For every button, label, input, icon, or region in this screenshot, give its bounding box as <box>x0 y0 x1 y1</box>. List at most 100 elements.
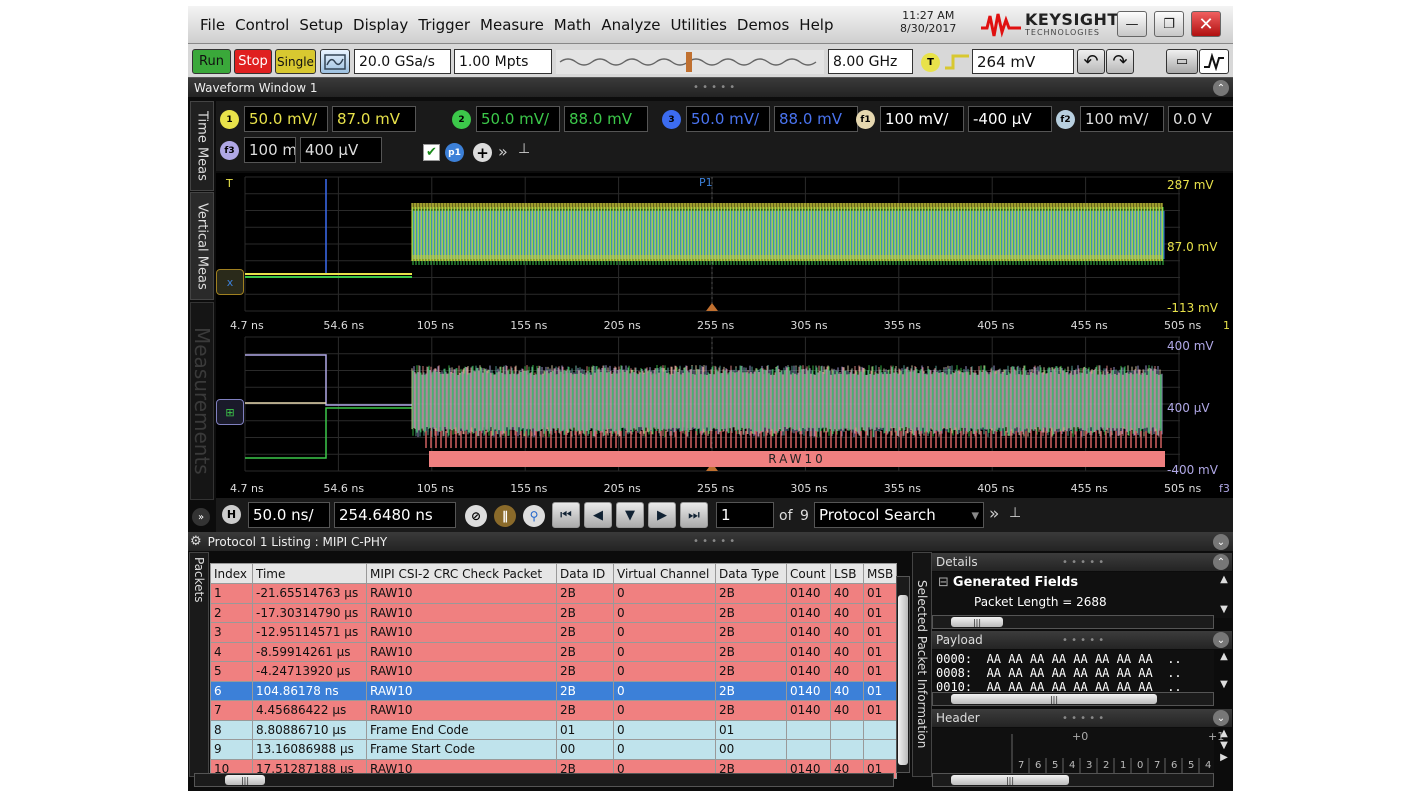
channel-3-icon[interactable]: 3 <box>662 110 681 129</box>
add-channel-icon[interactable]: + <box>473 143 492 162</box>
channel-f1-scale[interactable]: 100 mV/ <box>880 106 964 132</box>
channel-3-offset[interactable]: 88.0 mV <box>774 106 858 132</box>
pin-horizontal-icon[interactable]: ⊥ <box>1009 505 1021 521</box>
func-ground-marker[interactable]: ⊞ <box>216 399 244 425</box>
more-options-icon[interactable]: » <box>989 504 999 524</box>
settings-gear-icon[interactable]: ⚙ <box>190 534 202 549</box>
table-hscroll-thumb[interactable]: ||| <box>225 775 265 785</box>
protocol-drag-handle[interactable]: • • • • • <box>693 536 735 547</box>
table-row[interactable]: 9 13.16086988 µs Frame Start Code 00 0 00 <box>210 739 897 760</box>
menu-trigger[interactable]: Trigger <box>418 16 470 34</box>
search-mode-select[interactable]: Protocol Search ▾ <box>814 502 984 528</box>
tab-packets[interactable]: Packets <box>189 552 209 777</box>
waveform-1-plot[interactable] <box>216 173 1233 333</box>
table-row[interactable]: 1 -21.65514763 µs RAW10 2B 0 2B 0140 40 01 <box>210 583 897 604</box>
channel-f2-icon[interactable]: f2 <box>1056 110 1075 129</box>
bandwidth-field[interactable]: 8.00 GHz <box>828 49 913 74</box>
details-drag-handle[interactable]: • • • • • <box>1062 557 1104 568</box>
minimize-button[interactable]: — <box>1117 11 1147 37</box>
channel-2-scale[interactable]: 50.0 mV/ <box>476 106 560 132</box>
stop-button[interactable]: Stop <box>234 49 272 74</box>
menu-display[interactable]: Display <box>353 16 408 34</box>
first-packet-button[interactable]: ⏮ <box>552 502 580 528</box>
drag-handle[interactable]: • • • • • <box>693 82 735 93</box>
menu-file[interactable]: File <box>200 16 225 34</box>
table-vertical-scrollbar[interactable] <box>896 576 910 773</box>
payload-vscroll[interactable]: ▲ ▼ <box>1215 650 1233 692</box>
decode-bar-raw10[interactable]: RAW10 <box>429 451 1165 467</box>
collapse-tree-icon[interactable]: ⊟ <box>938 575 949 590</box>
table-horizontal-scrollbar[interactable]: ||| <box>194 773 894 787</box>
table-row[interactable]: 5 -4.24713920 µs RAW10 2B 0 2B 0140 40 01 <box>210 661 897 682</box>
sample-rate-field[interactable]: 20.0 GSa/s <box>354 49 451 74</box>
horizontal-overview[interactable] <box>556 50 824 74</box>
menu-analyze[interactable]: Analyze <box>601 16 660 34</box>
waveform-2-plot[interactable] <box>216 333 1233 498</box>
last-packet-button[interactable]: ⏭ <box>680 502 708 528</box>
channel-f3-icon[interactable]: f3 <box>220 141 239 160</box>
waveform-grid-1[interactable]: T P1 287 mV 87.0 mV -113 mV 4.7 ns 54.6 ns 1… <box>216 173 1233 333</box>
column-header[interactable]: MIPI CSI-2 CRC Check Packet <box>366 563 557 584</box>
column-header[interactable]: Index <box>210 563 253 584</box>
rising-edge-icon[interactable] <box>944 54 970 70</box>
channel-f1-icon[interactable]: f1 <box>856 110 875 129</box>
column-header[interactable]: Data ID <box>556 563 614 584</box>
expand-measurements-icon[interactable]: » <box>192 508 210 526</box>
channel-f2-offset[interactable]: 0.0 V <box>1168 106 1233 132</box>
channel-3-scale[interactable]: 50.0 mV/ <box>686 106 770 132</box>
channel-1-offset[interactable]: 87.0 mV <box>332 106 416 132</box>
collapse-waveform-icon[interactable]: ⌃ <box>1213 80 1229 96</box>
details-hscroll-thumb[interactable]: ||| <box>951 617 1003 627</box>
close-button[interactable]: ✕ <box>1191 11 1221 37</box>
header-hscroll-thumb[interactable]: ||| <box>951 775 1069 785</box>
channel-1-scale[interactable]: 50.0 mV/ <box>244 106 328 132</box>
header-vscroll[interactable]: ▲ ▼ ▶ <box>1215 728 1233 788</box>
search-icon[interactable]: ⚲ <box>523 505 545 527</box>
column-header[interactable]: Data Type <box>715 563 787 584</box>
channel-f3-offset[interactable]: 400 µV <box>300 137 382 163</box>
table-row[interactable]: 7 4.45686422 µs RAW10 2B 0 2B 0140 40 01 <box>210 700 897 721</box>
channel-2-icon[interactable]: 2 <box>452 110 471 129</box>
collapse-payload-icon[interactable]: ⌄ <box>1213 632 1229 648</box>
table-row[interactable]: 8 8.80886710 µs Frame End Code 01 0 01 <box>210 719 897 740</box>
details-vscroll[interactable]: ▲ ▼ <box>1215 572 1233 632</box>
channel-f1-offset[interactable]: -400 µV <box>968 106 1052 132</box>
channel-2-offset[interactable]: 88.0 mV <box>564 106 648 132</box>
table-vscroll-thumb[interactable] <box>898 595 908 765</box>
menu-control[interactable]: Control <box>235 16 289 34</box>
down-packet-button[interactable]: ▼ <box>616 502 644 528</box>
channel-f2-scale[interactable]: 100 mV/ <box>1080 106 1164 132</box>
header-drag-handle[interactable]: • • • • • <box>1062 713 1104 724</box>
time-position-field[interactable]: 254.6480 ns <box>334 502 456 528</box>
collapse-header-icon[interactable]: ⌄ <box>1213 710 1229 726</box>
ch1-ground-marker[interactable]: x <box>216 269 244 295</box>
restore-button[interactable]: ❐ <box>1154 11 1184 37</box>
layout-button[interactable]: ▭ <box>1166 49 1198 74</box>
packet-index-field[interactable]: 1 <box>716 502 774 528</box>
collapse-protocol-icon[interactable]: ⌄ <box>1213 534 1229 550</box>
table-row[interactable]: 4 -8.59914261 µs RAW10 2B 0 2B 0140 40 01 <box>210 641 897 662</box>
channel-f3-scale[interactable]: 100 mV/ <box>244 137 296 163</box>
memory-depth-field[interactable]: 1.00 Mpts <box>454 49 552 74</box>
menu-setup[interactable]: Setup <box>299 16 343 34</box>
more-channels-icon[interactable]: » <box>498 142 508 161</box>
prev-packet-button[interactable]: ◀ <box>584 502 612 528</box>
horizontal-icon[interactable]: H <box>222 505 241 524</box>
run-button[interactable]: Run <box>192 49 231 74</box>
payload-hscroll[interactable]: ||| <box>932 692 1214 706</box>
redo-button[interactable]: ↷ <box>1106 49 1134 74</box>
table-row[interactable]: 2 -17.30314790 µs RAW10 2B 0 2B 0140 40 01 <box>210 602 897 623</box>
menu-demos[interactable]: Demos <box>737 16 789 34</box>
time-scale-field[interactable]: 50.0 ns/ <box>248 502 330 528</box>
details-hscroll[interactable]: ||| <box>932 615 1214 629</box>
payload-drag-handle[interactable]: • • • • • <box>1062 635 1104 646</box>
tab-measurements[interactable]: Measurements <box>190 302 214 500</box>
tab-selected-packet-information[interactable]: Selected Packet Information <box>912 552 932 777</box>
pause-icon[interactable]: ∥ <box>494 505 516 527</box>
trigger-source-icon[interactable]: T <box>921 53 940 72</box>
table-row[interactable]: 3 -12.95114571 µs RAW10 2B 0 2B 0140 40 01 <box>210 622 897 643</box>
undo-button[interactable]: ↶ <box>1077 49 1105 74</box>
column-header[interactable]: Virtual Channel <box>613 563 716 584</box>
next-packet-button[interactable]: ▶ <box>648 502 676 528</box>
single-button[interactable]: Single <box>275 49 316 74</box>
